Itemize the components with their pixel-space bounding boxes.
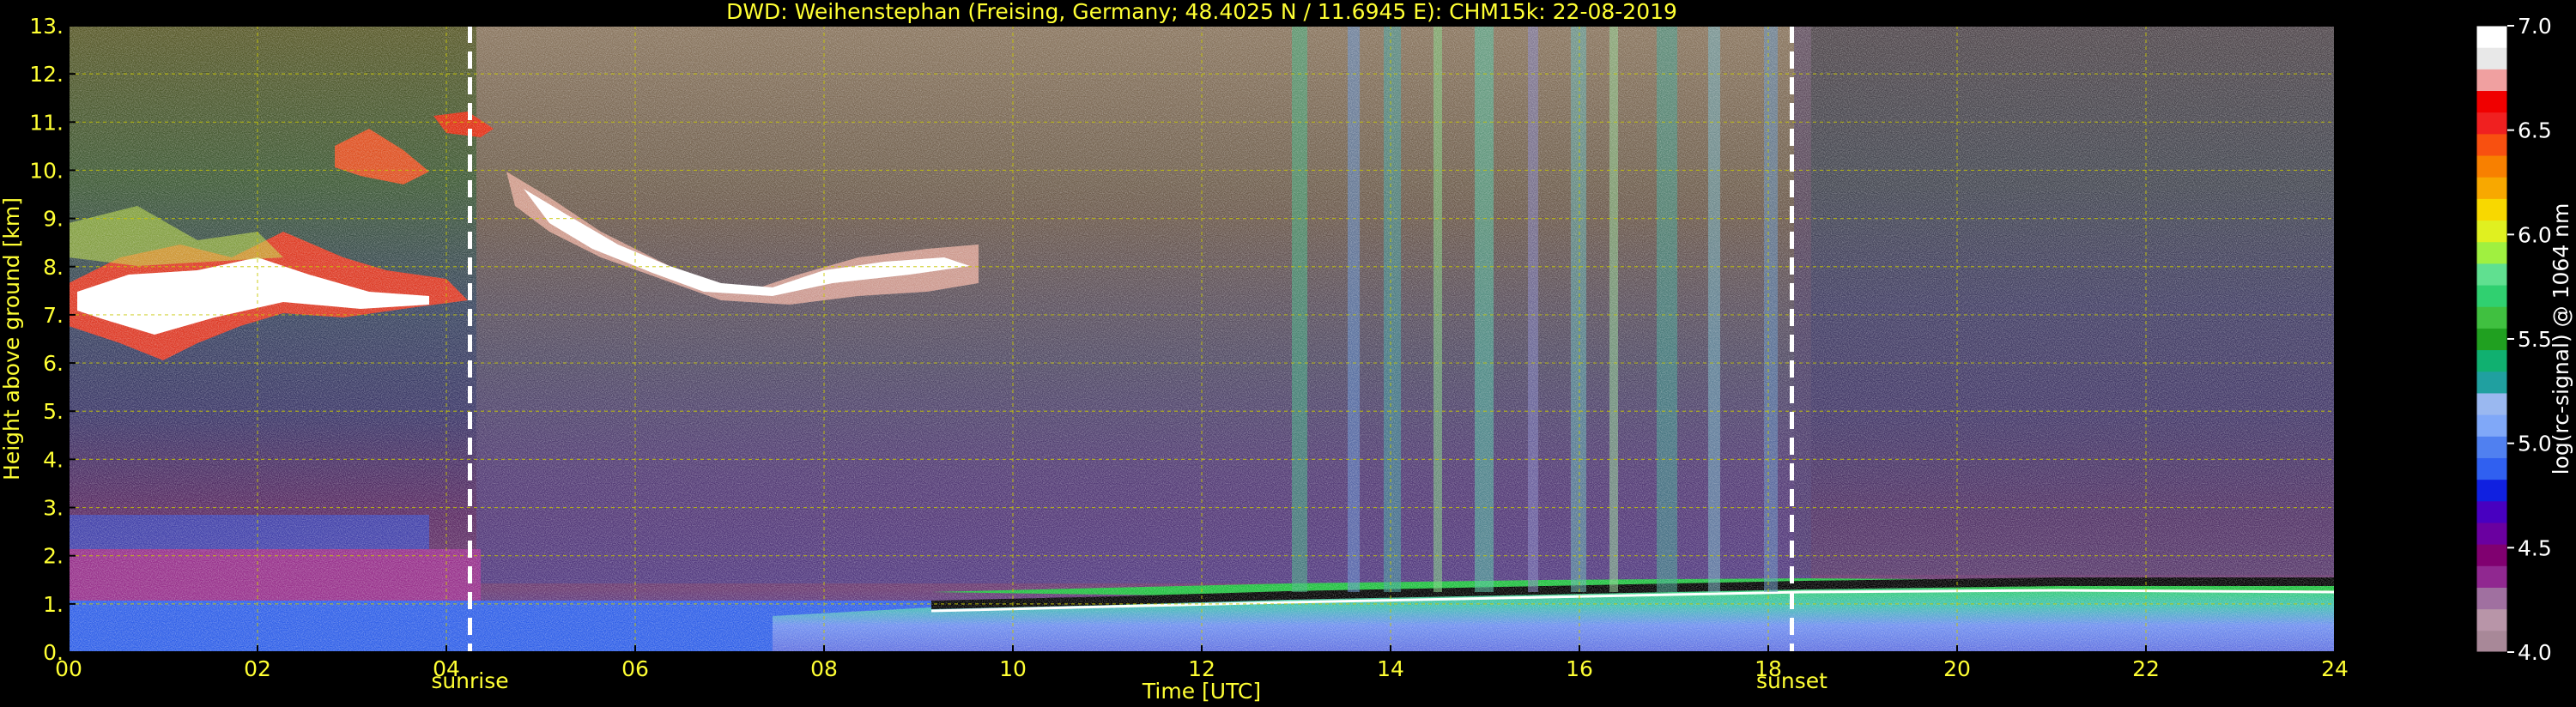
colorbar-swatch [2476,414,2507,437]
colorbar-tick-label: 5.5 [2518,327,2552,352]
y-tick-label: 5. [43,399,64,424]
ceilometer-chart: 00 02 04 06 08 10 12 14 16 18 20 22 24 0.1.2.3.4.5.6… [0,0,2573,704]
colorbar-swatch [2476,90,2507,113]
colorbar-swatch [2476,522,2507,545]
colorbar-ticks: 4.0 4.5 5.0 5.5 6.0 6.5 7.0 [2507,14,2552,665]
noise-overlay [69,26,2335,652]
y-tick-label: 4. [43,447,64,472]
x-tick-label: 22 [2132,656,2160,681]
colorbar-swatch [2476,198,2507,221]
colorbar-swatch [2476,285,2507,307]
y-tick-label: 2. [43,544,64,569]
colorbar-tick-label: 6.5 [2518,118,2552,143]
colorbar-tick-label: 4.0 [2518,640,2552,665]
y-tick-label: 0. [43,640,64,665]
colorbar-swatch [2476,500,2507,523]
x-tick-label: 16 [1566,656,1593,681]
colorbar-label: log(rc-signal) @ 1064 nm [2549,203,2573,475]
colorbar-swatch [2476,565,2507,588]
x-tick-label: 10 [999,656,1027,681]
colorbar-tick-label: 5.0 [2518,432,2552,456]
colorbar-swatch [2476,608,2507,631]
colorbar-swatch [2476,47,2507,69]
x-tick-label: 12 [1188,656,1215,681]
y-tick-label: 13. [29,14,64,39]
y-tick-label: 1. [43,592,64,617]
colorbar-swatch [2476,263,2507,286]
y-tick-label: 11. [29,110,64,135]
x-tick-label: 20 [1943,656,1971,681]
colorbar-swatch [2476,155,2507,178]
x-axis-label: Time [UTC] [1142,679,1261,704]
sunrise-label: sunrise [431,668,508,693]
plot-area [69,26,2336,652]
colorbar-swatch [2476,220,2507,243]
y-tick-label: 12. [29,62,64,87]
colorbar-tick-label: 7.0 [2518,14,2552,39]
y-tick-label: 10. [29,158,64,183]
colorbar-tick-label: 6.0 [2518,222,2552,247]
colorbar-swatch [2476,133,2507,156]
colorbar-swatch [2476,436,2507,458]
colorbar-tick-label: 4.5 [2518,535,2552,560]
x-tick-label: 24 [2321,656,2349,681]
colorbar-swatch [2476,328,2507,351]
colorbar-swatch [2476,306,2507,329]
colorbar-swatch [2476,241,2507,264]
colorbar-swatch [2476,479,2507,502]
colorbar-swatch [2476,371,2507,394]
colorbar-swatch [2476,457,2507,480]
x-tick-label: 14 [1377,656,1404,681]
sunset-label: sunset [1756,668,1827,693]
colorbar-swatch [2476,112,2507,135]
colorbar [2476,25,2508,653]
y-axis-label: Height above ground [km] [0,197,24,480]
colorbar-swatch [2476,69,2507,92]
colorbar-swatch [2476,392,2507,415]
x-tick-label: 02 [244,656,271,681]
colorbar-swatch [2476,587,2507,610]
colorbar-swatch [2476,177,2507,199]
colorbar-swatch [2476,349,2507,372]
x-tick-label: 06 [621,656,649,681]
colorbar-swatch [2476,630,2507,653]
chart-title: DWD: Weihenstephan (Freising, Germany; 4… [726,0,1677,24]
colorbar-swatch [2476,26,2507,48]
x-tick-label: 08 [810,656,838,681]
y-tick-label: 6. [43,351,64,376]
y-tick-label: 9. [43,207,64,232]
y-tick-label: 3. [43,496,64,521]
colorbar-swatch [2476,544,2507,566]
y-tick-label: 8. [43,255,64,280]
y-tick-label: 7. [43,303,64,328]
